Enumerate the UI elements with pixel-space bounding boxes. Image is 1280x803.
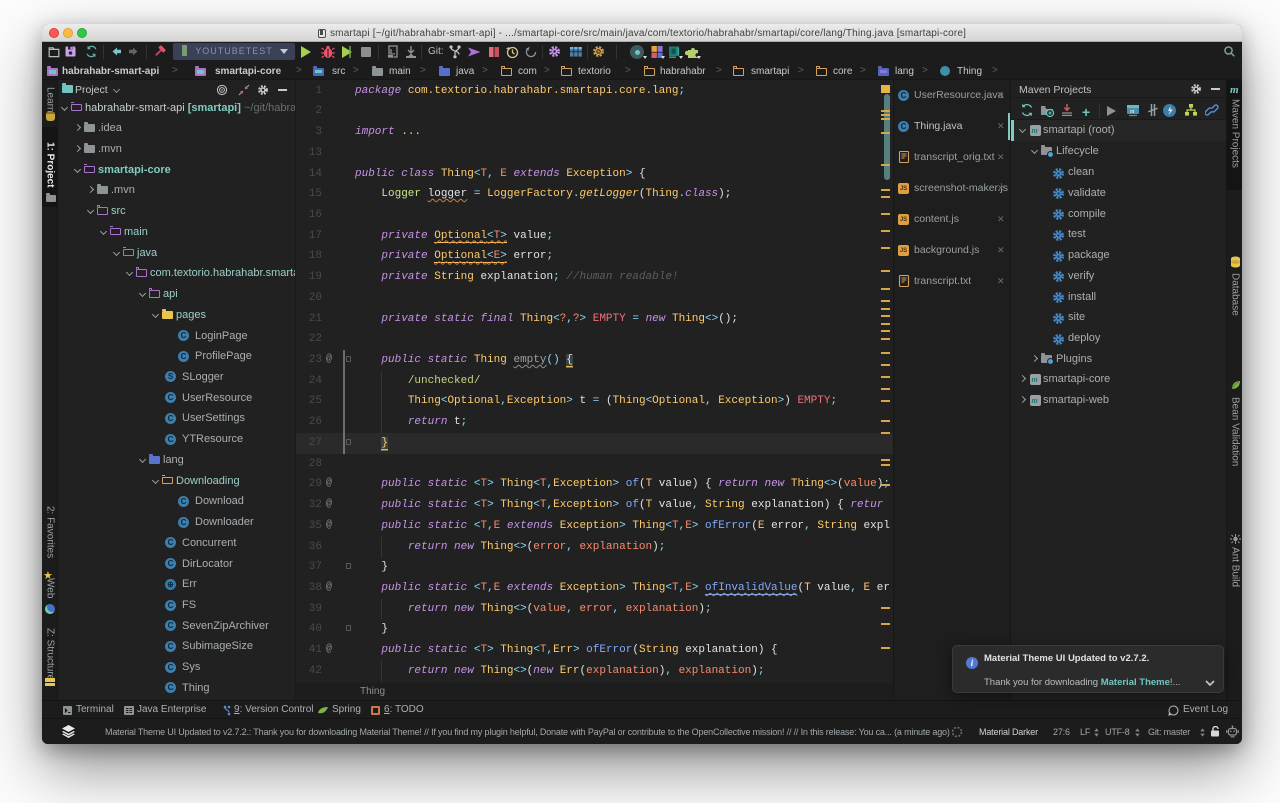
svg-text:m: m xyxy=(1130,109,1135,115)
